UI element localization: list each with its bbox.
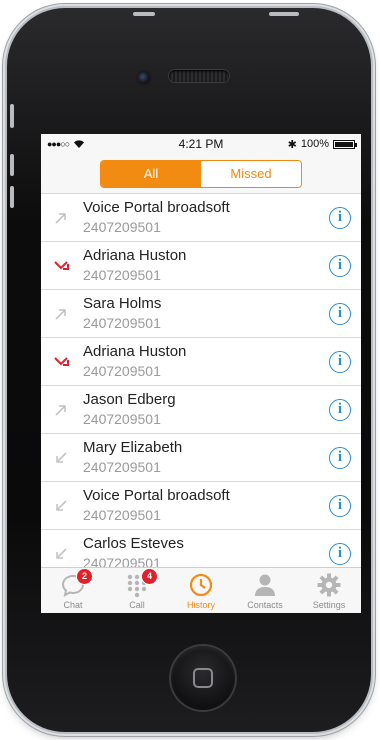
call-history-row[interactable]: Mary Elizabeth 2407209501 i (41, 434, 361, 482)
incoming-call-icon (53, 450, 69, 466)
call-history-row[interactable]: Adriana Huston 2407209501 i (41, 338, 361, 386)
tab-settings[interactable]: Settings (297, 568, 361, 613)
segment-all[interactable]: All (101, 160, 201, 187)
tab-chat[interactable]: 2 Chat (41, 568, 105, 613)
caller-number: 2407209501 (83, 267, 161, 283)
caller-name: Carlos Esteves (83, 535, 184, 552)
call-history-row[interactable]: Carlos Esteves 2407209501 i (41, 530, 361, 570)
missed-call-icon (53, 354, 69, 370)
app-screen: ●●●○○ 4:21 PM ✱ 100% All Missed Voice Po… (41, 134, 361, 613)
caller-number: 2407209501 (83, 411, 161, 427)
power-button (269, 12, 299, 16)
call-history-row[interactable]: Voice Portal broadsoft 2407209501 i (41, 482, 361, 530)
home-square-icon (193, 668, 213, 688)
tab-label: Settings (312, 600, 346, 610)
home-button[interactable] (171, 646, 235, 710)
info-icon[interactable]: i (329, 207, 351, 229)
caller-number: 2407209501 (83, 315, 161, 331)
info-icon[interactable]: i (329, 495, 351, 517)
call-history-row[interactable]: Sara Holms 2407209501 i (41, 290, 361, 338)
tab-bar: 2 Chat 4 Call History Contacts Settings (41, 567, 361, 613)
missed-call-icon (53, 258, 69, 274)
clock-icon (188, 572, 214, 598)
earpiece-speaker (169, 70, 229, 82)
tab-label: Chat (63, 600, 83, 610)
outgoing-call-icon (53, 306, 69, 322)
info-icon[interactable]: i (329, 447, 351, 469)
front-camera (138, 72, 150, 84)
info-icon[interactable]: i (329, 351, 351, 373)
outgoing-call-icon (53, 402, 69, 418)
badge-count: 2 (77, 569, 92, 584)
caller-name: Adriana Huston (83, 247, 187, 264)
tab-label: Contacts (247, 600, 283, 610)
info-icon[interactable]: i (329, 303, 351, 325)
outgoing-call-icon (53, 210, 69, 226)
tab-label: Call (129, 600, 145, 610)
tab-contacts[interactable]: Contacts (233, 568, 297, 613)
status-bar: ●●●○○ 4:21 PM ✱ 100% (41, 134, 361, 154)
info-icon[interactable]: i (329, 255, 351, 277)
caller-number: 2407209501 (83, 459, 161, 475)
incoming-call-icon (53, 498, 69, 514)
caller-number: 2407209501 (83, 363, 161, 379)
incoming-call-icon (53, 546, 69, 562)
call-history-row[interactable]: Jason Edberg 2407209501 i (41, 386, 361, 434)
sleep-button (133, 12, 155, 16)
caller-name: Adriana Huston (83, 343, 187, 360)
tab-label: History (186, 600, 215, 610)
gear-icon (316, 572, 342, 598)
battery-icon (333, 139, 357, 149)
volume-down-button (10, 186, 14, 208)
person-icon (252, 572, 278, 598)
caller-name: Mary Elizabeth (83, 439, 183, 456)
caller-name: Jason Edberg (83, 391, 176, 408)
segment-missed[interactable]: Missed (201, 160, 301, 187)
caller-number: 2407209501 (83, 507, 161, 523)
caller-name: Sara Holms (83, 295, 162, 312)
volume-up-button (10, 154, 14, 176)
filter-segmented-control: All Missed (100, 159, 302, 188)
tab-history[interactable]: History (169, 568, 233, 613)
badge-count: 4 (142, 569, 157, 584)
call-history-list: Voice Portal broadsoft 2407209501 i Adriana… (41, 194, 361, 570)
call-history-row[interactable]: Adriana Huston 2407209501 i (41, 242, 361, 290)
info-icon[interactable]: i (329, 543, 351, 565)
call-history-row[interactable]: Voice Portal broadsoft 2407209501 i (41, 194, 361, 242)
caller-name: Voice Portal broadsoft (83, 199, 230, 216)
info-icon[interactable]: i (329, 399, 351, 421)
mute-switch (10, 104, 14, 128)
filter-bar: All Missed (41, 154, 361, 194)
caller-name: Voice Portal broadsoft (83, 487, 230, 504)
caller-number: 2407209501 (83, 219, 161, 235)
status-time: 4:21 PM (178, 137, 224, 151)
tab-call[interactable]: 4 Call (105, 568, 169, 613)
